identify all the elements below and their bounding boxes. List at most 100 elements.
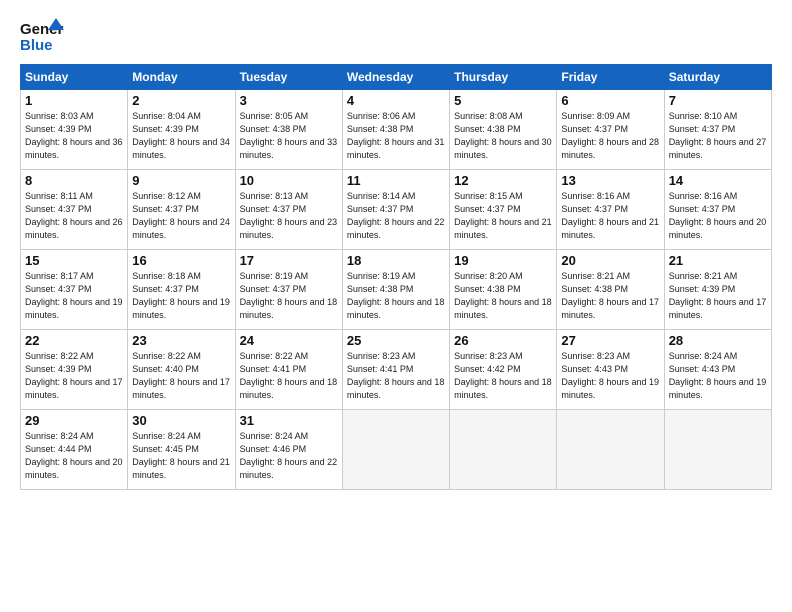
calendar-cell: [450, 410, 557, 490]
calendar-cell: 23 Sunrise: 8:22 AMSunset: 4:40 PMDayligh…: [128, 330, 235, 410]
calendar-cell: 30 Sunrise: 8:24 AMSunset: 4:45 PMDayligh…: [128, 410, 235, 490]
calendar-cell: 11Sunrise: 8:14 AMSunset: 4:37 PMDayligh…: [342, 170, 449, 250]
day-number: 27: [561, 333, 659, 348]
day-number: 3: [240, 93, 338, 108]
col-header-wednesday: Wednesday: [342, 65, 449, 90]
calendar-cell: 20 Sunrise: 8:21 AMSunset: 4:38 PMDayligh…: [557, 250, 664, 330]
calendar-week-5: 29Sunrise: 8:24 AMSunset: 4:44 PMDayligh…: [21, 410, 772, 490]
cell-info: Sunrise: 8:21 AMSunset: 4:38 PMDaylight:…: [561, 270, 659, 322]
cell-info: Sunrise: 8:06 AMSunset: 4:38 PMDaylight:…: [347, 110, 445, 162]
calendar-cell: 27 Sunrise: 8:23 AMSunset: 4:43 PMDayligh…: [557, 330, 664, 410]
calendar-cell: 10 Sunrise: 8:13 AMSunset: 4:37 PMDayligh…: [235, 170, 342, 250]
day-number: 30: [132, 413, 230, 428]
day-number: 10: [240, 173, 338, 188]
calendar-cell: 22 Sunrise: 8:22 AMSunset: 4:39 PMDayligh…: [21, 330, 128, 410]
day-number: 23: [132, 333, 230, 348]
calendar-cell: 7 Sunrise: 8:10 AMSunset: 4:37 PMDaylight…: [664, 90, 771, 170]
calendar-cell: 29Sunrise: 8:24 AMSunset: 4:44 PMDayligh…: [21, 410, 128, 490]
day-number: 19: [454, 253, 552, 268]
day-number: 1: [25, 93, 123, 108]
col-header-tuesday: Tuesday: [235, 65, 342, 90]
cell-info: Sunrise: 8:08 AMSunset: 4:38 PMDaylight:…: [454, 110, 552, 162]
cell-info: Sunrise: 8:13 AMSunset: 4:37 PMDaylight:…: [240, 190, 338, 242]
cell-info: Sunrise: 8:18 AMSunset: 4:37 PMDaylight:…: [132, 270, 230, 322]
calendar-cell: 21 Sunrise: 8:21 AMSunset: 4:39 PMDayligh…: [664, 250, 771, 330]
calendar-cell: 9Sunrise: 8:12 AMSunset: 4:37 PMDaylight…: [128, 170, 235, 250]
cell-info: Sunrise: 8:23 AMSunset: 4:43 PMDaylight:…: [561, 350, 659, 402]
day-number: 16: [132, 253, 230, 268]
calendar-week-3: 15Sunrise: 8:17 AMSunset: 4:37 PMDayligh…: [21, 250, 772, 330]
logo: General Blue: [20, 16, 64, 54]
calendar-page: General Blue SundayMondayTuesdayWednesda…: [0, 0, 792, 612]
cell-info: Sunrise: 8:10 AMSunset: 4:37 PMDaylight:…: [669, 110, 767, 162]
calendar-cell: 8Sunrise: 8:11 AMSunset: 4:37 PMDaylight…: [21, 170, 128, 250]
calendar-cell: 28 Sunrise: 8:24 AMSunset: 4:43 PMDayligh…: [664, 330, 771, 410]
calendar-cell: [664, 410, 771, 490]
calendar-cell: 3 Sunrise: 8:05 AMSunset: 4:38 PMDaylight…: [235, 90, 342, 170]
cell-info: Sunrise: 8:03 AMSunset: 4:39 PMDaylight:…: [25, 110, 123, 162]
calendar-cell: 16 Sunrise: 8:18 AMSunset: 4:37 PMDayligh…: [128, 250, 235, 330]
calendar-week-2: 8Sunrise: 8:11 AMSunset: 4:37 PMDaylight…: [21, 170, 772, 250]
cell-info: Sunrise: 8:12 AMSunset: 4:37 PMDaylight:…: [132, 190, 230, 242]
calendar-cell: 6 Sunrise: 8:09 AMSunset: 4:37 PMDaylight…: [557, 90, 664, 170]
cell-info: Sunrise: 8:22 AMSunset: 4:40 PMDaylight:…: [132, 350, 230, 402]
cell-info: Sunrise: 8:24 AMSunset: 4:46 PMDaylight:…: [240, 430, 338, 482]
cell-info: Sunrise: 8:16 AMSunset: 4:37 PMDaylight:…: [669, 190, 767, 242]
calendar-cell: 31 Sunrise: 8:24 AMSunset: 4:46 PMDayligh…: [235, 410, 342, 490]
col-header-friday: Friday: [557, 65, 664, 90]
cell-info: Sunrise: 8:23 AMSunset: 4:41 PMDaylight:…: [347, 350, 445, 402]
cell-info: Sunrise: 8:20 AMSunset: 4:38 PMDaylight:…: [454, 270, 552, 322]
col-header-thursday: Thursday: [450, 65, 557, 90]
calendar-cell: [557, 410, 664, 490]
cell-info: Sunrise: 8:15 AMSunset: 4:37 PMDaylight:…: [454, 190, 552, 242]
day-number: 2: [132, 93, 230, 108]
day-number: 5: [454, 93, 552, 108]
day-number: 25: [347, 333, 445, 348]
cell-info: Sunrise: 8:24 AMSunset: 4:43 PMDaylight:…: [669, 350, 767, 402]
day-number: 22: [25, 333, 123, 348]
svg-text:Blue: Blue: [20, 37, 53, 54]
day-number: 7: [669, 93, 767, 108]
day-number: 17: [240, 253, 338, 268]
calendar-cell: 5 Sunrise: 8:08 AMSunset: 4:38 PMDaylight…: [450, 90, 557, 170]
cell-info: Sunrise: 8:24 AMSunset: 4:45 PMDaylight:…: [132, 430, 230, 482]
col-header-sunday: Sunday: [21, 65, 128, 90]
cell-info: Sunrise: 8:05 AMSunset: 4:38 PMDaylight:…: [240, 110, 338, 162]
cell-info: Sunrise: 8:21 AMSunset: 4:39 PMDaylight:…: [669, 270, 767, 322]
day-number: 4: [347, 93, 445, 108]
day-number: 12: [454, 173, 552, 188]
day-number: 15: [25, 253, 123, 268]
calendar-cell: 1 Sunrise: 8:03 AMSunset: 4:39 PMDaylight…: [21, 90, 128, 170]
cell-info: Sunrise: 8:22 AMSunset: 4:39 PMDaylight:…: [25, 350, 123, 402]
col-header-monday: Monday: [128, 65, 235, 90]
calendar-cell: [342, 410, 449, 490]
calendar-body: 1 Sunrise: 8:03 AMSunset: 4:39 PMDaylight…: [21, 90, 772, 490]
calendar-cell: 19 Sunrise: 8:20 AMSunset: 4:38 PMDayligh…: [450, 250, 557, 330]
day-number: 13: [561, 173, 659, 188]
cell-info: Sunrise: 8:23 AMSunset: 4:42 PMDaylight:…: [454, 350, 552, 402]
col-header-saturday: Saturday: [664, 65, 771, 90]
day-number: 31: [240, 413, 338, 428]
day-number: 6: [561, 93, 659, 108]
day-number: 21: [669, 253, 767, 268]
calendar-cell: 18Sunrise: 8:19 AMSunset: 4:38 PMDayligh…: [342, 250, 449, 330]
calendar-cell: 13Sunrise: 8:16 AMSunset: 4:37 PMDayligh…: [557, 170, 664, 250]
cell-info: Sunrise: 8:22 AMSunset: 4:41 PMDaylight:…: [240, 350, 338, 402]
day-number: 26: [454, 333, 552, 348]
day-number: 20: [561, 253, 659, 268]
calendar-cell: 2 Sunrise: 8:04 AMSunset: 4:39 PMDaylight…: [128, 90, 235, 170]
day-number: 29: [25, 413, 123, 428]
calendar-cell: 15Sunrise: 8:17 AMSunset: 4:37 PMDayligh…: [21, 250, 128, 330]
calendar-week-1: 1 Sunrise: 8:03 AMSunset: 4:39 PMDaylight…: [21, 90, 772, 170]
cell-info: Sunrise: 8:09 AMSunset: 4:37 PMDaylight:…: [561, 110, 659, 162]
calendar-week-4: 22 Sunrise: 8:22 AMSunset: 4:39 PMDayligh…: [21, 330, 772, 410]
calendar-header-row: SundayMondayTuesdayWednesdayThursdayFrid…: [21, 65, 772, 90]
cell-info: Sunrise: 8:04 AMSunset: 4:39 PMDaylight:…: [132, 110, 230, 162]
day-number: 14: [669, 173, 767, 188]
day-number: 28: [669, 333, 767, 348]
calendar-cell: 12 Sunrise: 8:15 AMSunset: 4:37 PMDayligh…: [450, 170, 557, 250]
calendar-cell: 4 Sunrise: 8:06 AMSunset: 4:38 PMDaylight…: [342, 90, 449, 170]
calendar-cell: 26 Sunrise: 8:23 AMSunset: 4:42 PMDayligh…: [450, 330, 557, 410]
cell-info: Sunrise: 8:19 AMSunset: 4:38 PMDaylight:…: [347, 270, 445, 322]
cell-info: Sunrise: 8:11 AMSunset: 4:37 PMDaylight:…: [25, 190, 123, 242]
